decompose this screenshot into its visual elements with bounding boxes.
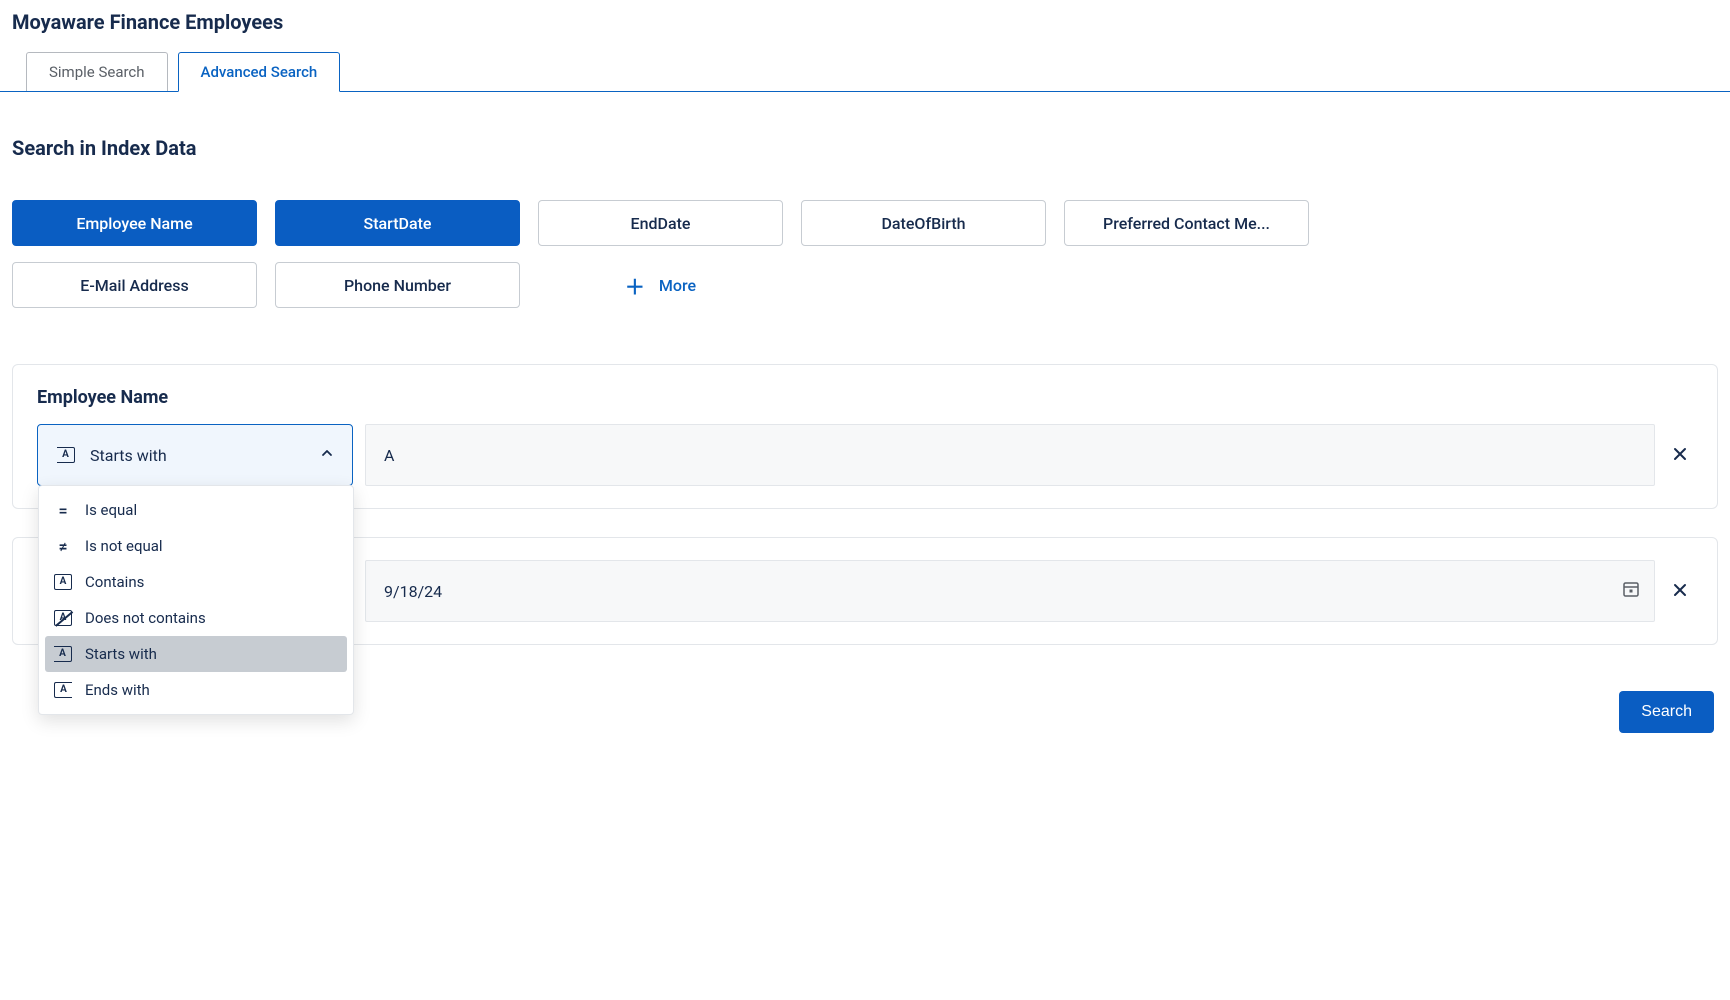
plus-icon: ＋ — [625, 271, 645, 300]
option-label: Is equal — [85, 501, 137, 519]
operator-dropdown: = Is equal ≠ Is not equal A Contains A D… — [38, 485, 354, 715]
remove-criteria-button[interactable] — [1667, 579, 1693, 603]
operator-option-starts-with[interactable]: A Starts with — [45, 636, 347, 672]
remove-criteria-button[interactable] — [1667, 443, 1693, 467]
criteria-title: Employee Name — [37, 387, 1693, 408]
field-chip-startdate[interactable]: StartDate — [275, 200, 520, 246]
section-heading: Search in Index Data — [12, 136, 1718, 160]
contains-icon: A — [53, 572, 73, 592]
calendar-icon[interactable] — [1622, 580, 1640, 602]
option-label: Is not equal — [85, 537, 163, 555]
operator-option-does-not-contains[interactable]: A Does not contains — [45, 600, 347, 636]
field-chip-grid: Employee Name StartDate EndDate DateOfBi… — [12, 200, 1332, 308]
chevron-up-icon — [320, 446, 334, 464]
tab-advanced-search[interactable]: Advanced Search — [178, 52, 341, 92]
option-label: Contains — [85, 573, 144, 591]
page-title: Moyaware Finance Employees — [0, 0, 1730, 52]
field-chip-dateofbirth[interactable]: DateOfBirth — [801, 200, 1046, 246]
criteria-date-input[interactable]: 9/18/24 — [365, 560, 1655, 622]
operator-select[interactable]: A Starts with = Is equal ≠ Is not equal — [37, 424, 353, 486]
ends-with-icon: A — [53, 680, 73, 700]
operator-label: Starts with — [90, 446, 320, 465]
criteria-card-employee-name: Employee Name A Starts with = Is equal — [12, 364, 1718, 509]
starts-with-icon: A — [53, 644, 73, 664]
option-label: Starts with — [85, 645, 157, 663]
field-chip-enddate[interactable]: EndDate — [538, 200, 783, 246]
operator-option-contains[interactable]: A Contains — [45, 564, 347, 600]
operator-option-is-not-equal[interactable]: ≠ Is not equal — [45, 528, 347, 564]
operator-option-ends-with[interactable]: A Ends with — [45, 672, 347, 708]
tab-bar: Simple Search Advanced Search — [0, 52, 1730, 92]
not-contains-icon: A — [53, 608, 73, 628]
option-label: Does not contains — [85, 609, 206, 627]
more-fields-button[interactable]: ＋ More — [538, 262, 783, 308]
not-equal-icon: ≠ — [53, 536, 73, 556]
option-label: Ends with — [85, 681, 150, 699]
value-text: A — [384, 446, 394, 465]
equal-icon: = — [53, 500, 73, 520]
close-icon — [1672, 446, 1688, 462]
starts-with-icon: A — [56, 445, 76, 465]
criteria-value-input[interactable]: A — [365, 424, 1655, 486]
field-chip-email[interactable]: E-Mail Address — [12, 262, 257, 308]
field-chip-preferred-contact[interactable]: Preferred Contact Me... — [1064, 200, 1309, 246]
more-label: More — [659, 276, 696, 295]
search-button[interactable]: Search — [1619, 691, 1714, 733]
field-chip-employee-name[interactable]: Employee Name — [12, 200, 257, 246]
value-text: 9/18/24 — [384, 582, 442, 601]
field-chip-phone[interactable]: Phone Number — [275, 262, 520, 308]
tab-simple-search[interactable]: Simple Search — [26, 52, 168, 91]
operator-option-is-equal[interactable]: = Is equal — [45, 492, 347, 528]
close-icon — [1672, 582, 1688, 598]
